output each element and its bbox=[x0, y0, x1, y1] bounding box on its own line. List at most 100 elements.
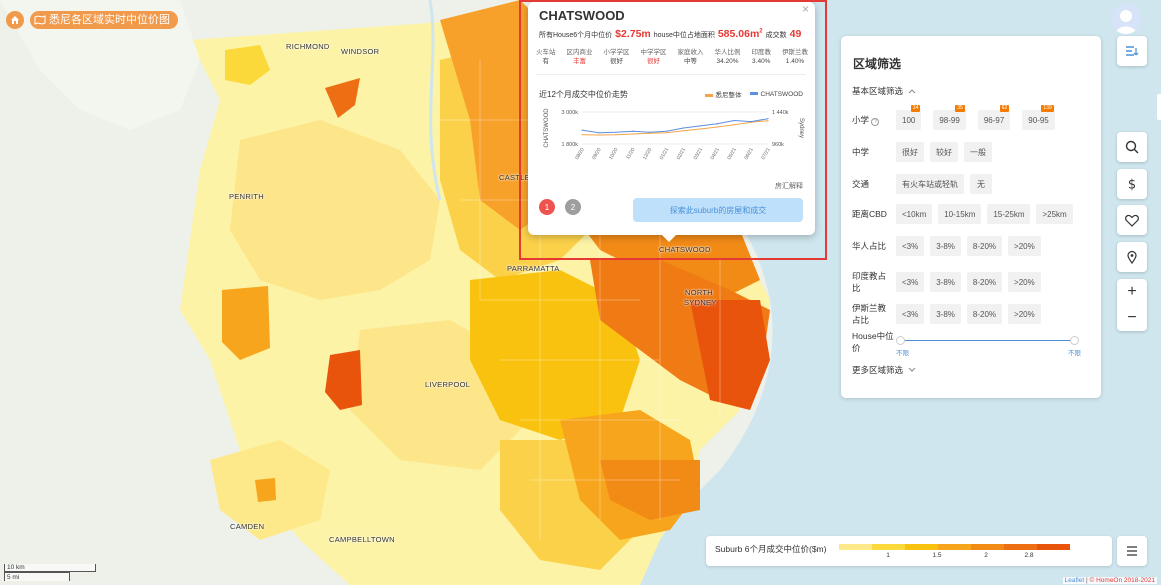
price-filter-label: House中位价 bbox=[852, 331, 894, 353]
filter-chip[interactable]: 有火车站或轻轨 bbox=[896, 174, 964, 194]
filter-chip[interactable]: <10km bbox=[896, 204, 933, 224]
attr-label: 印度教 bbox=[751, 49, 772, 56]
favorites-button[interactable] bbox=[1117, 205, 1147, 235]
filter-options: <10km 10-15km 15-25km >25km bbox=[896, 204, 1073, 224]
legend-label: 悉尼整体 bbox=[715, 92, 742, 99]
filter-options: <3% 3-8% 8-20% >20% bbox=[896, 236, 1041, 256]
filter-list-icon bbox=[1126, 46, 1139, 56]
attr-item: 印度教 3.40% bbox=[752, 48, 772, 66]
attr-item: 火车站有 bbox=[536, 48, 556, 66]
explore-suburb-button[interactable]: 探索此suburb的房屋和成交 bbox=[633, 198, 803, 222]
leaflet-link[interactable]: Leaflet bbox=[1065, 577, 1085, 584]
filter-chip[interactable]: 100 34 bbox=[896, 105, 922, 130]
filter-chip[interactable]: 8-20% bbox=[966, 272, 1003, 292]
chart-legend: 悉尼整体 CHATSWOOD bbox=[704, 89, 803, 99]
filter-chip[interactable]: 96-97 62 bbox=[977, 105, 1011, 130]
filter-chip[interactable]: 8-20% bbox=[966, 236, 1003, 256]
filter-chip[interactable]: <3% bbox=[896, 272, 925, 292]
price-legend: Suburb 6个月成交中位价($m) 1 1.5 2 2.8 bbox=[706, 536, 1112, 566]
filter-chip[interactable]: 3-8% bbox=[930, 272, 961, 292]
page-title-pill[interactable]: 悉尼各区域实时中位价图 bbox=[30, 11, 178, 29]
filter-chip[interactable]: 3-8% bbox=[930, 236, 961, 256]
chart-note-link[interactable]: 房汇解释 bbox=[775, 181, 803, 191]
filter-options: <3% 3-8% 8-20% >20% bbox=[896, 272, 1041, 292]
data-point bbox=[598, 134, 600, 136]
filter-chip[interactable]: 15-25km bbox=[987, 204, 1031, 224]
search-icon bbox=[1125, 140, 1139, 154]
filter-chip[interactable]: >20% bbox=[1008, 304, 1041, 324]
land-value-wrap: 585.06m2 bbox=[718, 28, 763, 40]
chevron-up-icon bbox=[908, 89, 916, 94]
data-point bbox=[598, 132, 600, 134]
close-icon[interactable]: × bbox=[802, 2, 809, 16]
chip-label: 98-99 bbox=[939, 115, 960, 125]
filter-label: 距离CBD bbox=[852, 209, 887, 219]
map-label-richmond: RICHMOND bbox=[286, 42, 330, 51]
price-slider-max-handle[interactable] bbox=[1070, 336, 1079, 345]
legend-tick: 1.5 bbox=[932, 552, 942, 559]
x-tick-label: 03/21 bbox=[693, 147, 705, 161]
filter-chip[interactable]: 10-15km bbox=[938, 204, 982, 224]
legend-tick: 2.8 bbox=[1024, 552, 1034, 559]
price-slider-track[interactable] bbox=[900, 340, 1074, 341]
legend-item-suburb: CHATSWOOD bbox=[749, 91, 803, 98]
filter-chip[interactable]: >20% bbox=[1008, 236, 1041, 256]
filter-chip[interactable]: 98-99 35 bbox=[933, 105, 966, 130]
layers-toggle-button[interactable] bbox=[1117, 536, 1147, 566]
filter-chip[interactable]: 无 bbox=[970, 174, 992, 194]
y-right-axis-label: Sydney bbox=[798, 118, 804, 138]
map-label-liverpool: LIVERPOOL bbox=[425, 380, 471, 389]
x-tick-label: 01/21 bbox=[659, 147, 671, 161]
filter-chip[interactable]: 较好 bbox=[930, 142, 958, 162]
location-pin-icon bbox=[1127, 250, 1137, 264]
filter-options: 100 34 98-99 35 96-97 62 90-95 139 bbox=[896, 105, 1055, 130]
map-icon bbox=[34, 15, 46, 25]
legend-item-sydney: 悉尼整体 bbox=[704, 89, 742, 99]
scale-km: 10 km bbox=[4, 564, 96, 572]
home-icon bbox=[11, 16, 19, 24]
filter-chip[interactable]: 3-8% bbox=[930, 304, 961, 324]
filter-chip[interactable]: 一般 bbox=[964, 142, 992, 162]
legend-title: Suburb 6个月成交中位价($m) bbox=[715, 544, 827, 554]
zoom-out-button[interactable]: − bbox=[1117, 305, 1147, 331]
side-collapse-tab[interactable] bbox=[1157, 94, 1161, 120]
price-button[interactable]: $ bbox=[1117, 169, 1147, 199]
filter-chip[interactable]: >20% bbox=[1008, 272, 1041, 292]
filter-chip[interactable]: 很好 bbox=[896, 142, 924, 162]
x-tick-label: 06/21 bbox=[743, 147, 755, 161]
filter-chip[interactable]: <3% bbox=[896, 236, 925, 256]
zoom-control: + − bbox=[1117, 279, 1147, 331]
data-point bbox=[665, 130, 668, 132]
filter-chip[interactable]: 90-95 139 bbox=[1022, 105, 1055, 130]
data-point bbox=[649, 131, 651, 133]
plus-icon: + bbox=[1127, 283, 1137, 300]
user-avatar[interactable] bbox=[1111, 4, 1141, 34]
map-label-chatswood: CHATSWOOD bbox=[659, 245, 711, 254]
filter-chip[interactable]: 8-20% bbox=[966, 304, 1003, 324]
location-button[interactable] bbox=[1117, 242, 1147, 272]
price-max-label: 不限 bbox=[1068, 350, 1081, 357]
popup-summary: 所有House6个月中位价 $2.75m house中位占地面积 585.06m… bbox=[539, 28, 801, 40]
price-slider-min-handle[interactable] bbox=[896, 336, 905, 345]
map-attribution: Leaflet | © HomeOn 2018-2021 bbox=[1062, 577, 1157, 584]
data-point bbox=[632, 130, 634, 132]
filter-options: <3% 3-8% 8-20% >20% bbox=[896, 304, 1041, 324]
pager-page-1[interactable]: 1 bbox=[539, 199, 555, 215]
pager-page-2[interactable]: 2 bbox=[565, 199, 581, 215]
heart-icon bbox=[1125, 214, 1139, 227]
filter-chip[interactable]: >25km bbox=[1036, 204, 1073, 224]
filter-panel-toggle[interactable] bbox=[1117, 36, 1147, 66]
search-button[interactable] bbox=[1117, 132, 1147, 162]
filter-chip[interactable]: <3% bbox=[896, 304, 925, 324]
zoom-in-button[interactable]: + bbox=[1117, 279, 1147, 305]
more-filters-toggle[interactable]: 更多区域筛选 bbox=[852, 364, 916, 376]
attr-label: 火车站 bbox=[536, 49, 556, 56]
basic-filter-toggle[interactable]: 基本区域筛选 bbox=[852, 85, 916, 97]
data-point bbox=[767, 120, 769, 122]
land-label: house中位占地面积 bbox=[653, 32, 715, 39]
attr-label: 小学学区 bbox=[603, 49, 630, 56]
help-icon[interactable]: ? bbox=[871, 118, 880, 126]
legend-swatch bbox=[872, 544, 905, 550]
attr-item: 华人比例 34.20% bbox=[715, 48, 741, 66]
home-button[interactable] bbox=[6, 11, 24, 29]
